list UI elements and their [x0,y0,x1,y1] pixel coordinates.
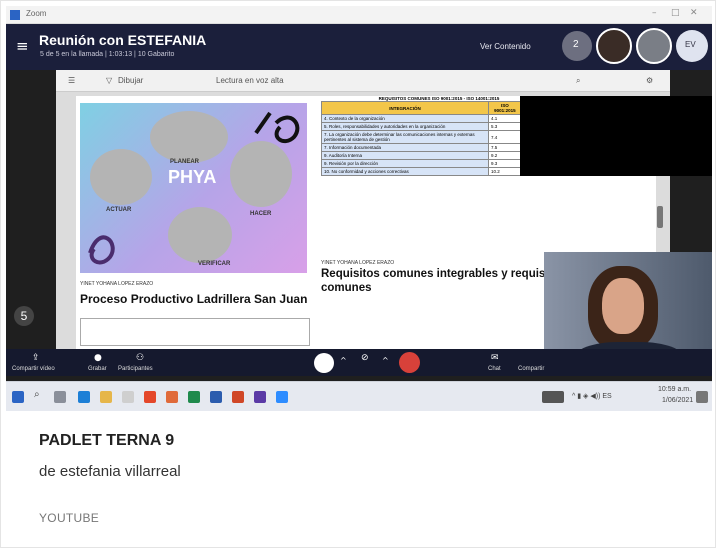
table-cell: 5. Roles, responsabilidades y autoridade… [321,122,489,131]
table-cell: 10. No conformidad y acciones correctiva… [321,167,489,176]
close-icon[interactable]: ✕ [690,8,698,18]
hidden-video-tile [520,96,712,176]
phva-diagram: PHYA PLANEAR HACER ACTUAR VERIFICAR [80,103,307,273]
start-icon[interactable] [12,391,24,403]
excel-icon[interactable] [188,391,200,403]
edge-icon[interactable] [78,391,90,403]
chrome-icon[interactable] [144,391,156,403]
meeting-header: ≡ Reunión con ESTEFANIA 5 de 5 en la lla… [6,24,712,70]
table-header-cell: INTEGRACIÓN [321,101,489,115]
user-avatar[interactable]: EV [676,30,708,62]
participant-avatar[interactable] [596,28,632,64]
table-cell: 9.2 [487,151,522,160]
table-cell: 7.4 [487,130,522,144]
taskbar-time: 10:59 a.m. [658,386,692,393]
taskbar-date: 1/06/2021 [662,397,694,404]
table-cell: 7. La organización debe determinar las c… [321,130,489,144]
maximize-icon[interactable]: □ [671,8,680,18]
draw-tool[interactable]: Dibujar [118,76,143,85]
read-aloud-tool[interactable]: Lectura en voz alta [216,76,284,85]
record-button[interactable]: Grabar [88,366,107,372]
process-table [80,318,310,346]
table-cell: 5.3 [487,122,522,131]
hang-up-button[interactable] [399,352,420,373]
table-cell: 9. Auditoría Interna [321,151,489,160]
card-source[interactable]: YOUTUBE [39,511,99,525]
participant-avatar[interactable] [636,28,672,64]
window-titlebar: Zoom – □ ✕ [6,6,712,24]
share-video-icon[interactable]: ⇪ [32,353,40,363]
padlet-card[interactable]: Zoom – □ ✕ ≡ Reunión con ESTEFANIA 5 de … [0,0,716,548]
decorative-swirls [88,111,300,265]
task-view-icon[interactable] [54,391,66,403]
meeting-title: Reunión con ESTEFANIA [39,32,207,48]
meeting-controls: ⇪ Compartir vídeo ● Grabar ⚇ Participant… [6,349,712,376]
search-icon[interactable]: ⌕ [34,389,40,400]
slide-title: Proceso Productivo Ladrillera San Juan [80,292,308,306]
settings-icon[interactable]: ⚙ [646,76,653,85]
chat-button[interactable]: Chat [488,366,501,372]
store-icon[interactable] [122,391,134,403]
app-icon[interactable] [166,391,178,403]
camera-off-icon[interactable]: ⊘ [361,353,369,363]
powerpoint-icon[interactable] [232,391,244,403]
table-cell: 7. Información documentada [321,143,489,152]
system-tray-icons[interactable]: ^ ▮ ◈ ◀)) ES [572,392,612,400]
word-icon[interactable] [210,391,222,403]
filter-icon[interactable]: ▽ [106,76,112,85]
participants-icon[interactable]: ⚇ [136,353,144,363]
table-header-cell: ISO 9001:2015 [487,101,522,115]
menu-icon[interactable]: ≡ [16,37,29,55]
onenote-icon[interactable] [254,391,266,403]
tray-badge-icon[interactable] [542,391,564,403]
table-cell: 7.5 [487,143,522,152]
chevron-up-icon[interactable]: ^ [382,356,389,365]
table-cell: 9.3 [487,159,522,168]
video-screenshot[interactable]: Zoom – □ ✕ ≡ Reunión con ESTEFANIA 5 de … [6,6,712,411]
scrollbar[interactable] [657,206,663,228]
table-cell: 4.1 [487,114,522,123]
zoom-icon[interactable] [276,391,288,403]
record-icon[interactable]: ● [94,353,102,363]
card-author: de estefania villarreal [39,463,181,480]
slide-number-badge[interactable]: 5 [14,306,34,326]
share-button[interactable]: Compartir [518,366,544,372]
windows-taskbar: ⌕ ^ ▮ ◈ ◀)) ES 10:59 a.m. 1/06/2021 [6,381,712,411]
search-icon[interactable]: ⌕ [576,76,580,86]
microphone-button[interactable] [314,353,334,373]
window-title: Zoom [26,9,47,18]
file-explorer-icon[interactable] [100,391,112,403]
person-face [602,278,644,334]
document-toolbar: ☰ ▽ Dibujar Lectura en voz alta ⌕ ⚙ [56,70,670,92]
participant-count-avatar[interactable]: 2 [562,31,592,61]
participants-button[interactable]: Participantes [118,366,153,372]
share-video-button[interactable]: Compartir vídeo [12,366,55,372]
zoom-app-icon [10,10,20,20]
card-title[interactable]: PADLET TERNA 9 [39,432,174,450]
meeting-subtitle: 5 de 5 en la llamada | 1:03:13 | 10 Gaba… [40,51,175,58]
chat-icon[interactable]: ✉ [491,353,499,363]
view-content-button[interactable]: Ver Contenido [480,42,531,51]
author-caption: YINET YOHANA LOPEZ ERAZO [80,281,154,287]
author-caption: YINET YOHANA LOPEZ ERAZO [321,260,395,266]
table-cell: 4. Contexto de la organización [321,114,489,123]
list-icon[interactable]: ☰ [68,76,75,85]
chevron-up-icon[interactable]: ^ [340,356,347,365]
notifications-icon[interactable] [696,391,708,403]
minimize-icon[interactable]: – [652,8,657,18]
table-cell: 10.2 [487,167,522,176]
table-cell: 9. Revisión por la dirección [321,159,489,168]
